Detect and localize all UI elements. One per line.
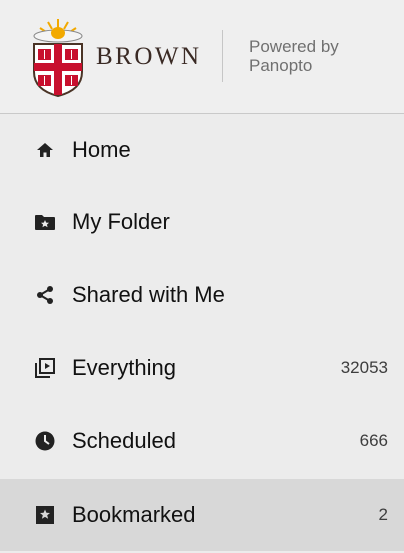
folder-star-icon — [34, 211, 56, 233]
nav-item-home[interactable]: Home — [0, 114, 404, 186]
powered-by-text: Powered by Panopto — [249, 37, 339, 75]
home-icon — [34, 139, 56, 161]
clock-icon — [34, 430, 56, 452]
nav-item-everything[interactable]: Everything 32053 — [0, 332, 404, 404]
nav-label-shared-with-me: Shared with Me — [72, 282, 225, 307]
nav-label-bookmarked: Bookmarked — [72, 502, 196, 527]
nav-item-shared-with-me[interactable]: Shared with Me — [0, 259, 404, 331]
header-divider — [222, 30, 223, 82]
nav-label-scheduled: Scheduled — [72, 428, 176, 453]
nav-label-my-folder: My Folder — [72, 209, 170, 234]
bookmark-icon — [34, 504, 56, 526]
nav-count-bookmarked: 2 — [378, 505, 388, 524]
nav-label-home: Home — [72, 137, 131, 162]
brown-shield-logo-icon[interactable] — [28, 14, 88, 98]
nav-item-my-folder[interactable]: My Folder — [0, 186, 404, 258]
brand-name: BROWN — [96, 43, 202, 70]
nav-count-scheduled: 666 — [359, 431, 388, 450]
nav-item-bookmarked[interactable]: Bookmarked 2 — [0, 479, 404, 551]
panopto-line: Panopto — [249, 56, 313, 75]
sidebar-header: BROWN Powered by Panopto — [0, 0, 404, 114]
powered-by-line: Powered by — [249, 37, 339, 56]
everything-icon — [34, 357, 56, 379]
nav-label-everything: Everything — [72, 355, 176, 380]
share-icon — [34, 284, 56, 306]
nav-count-everything: 32053 — [340, 358, 388, 377]
nav-item-scheduled[interactable]: Scheduled 666 — [0, 405, 404, 477]
